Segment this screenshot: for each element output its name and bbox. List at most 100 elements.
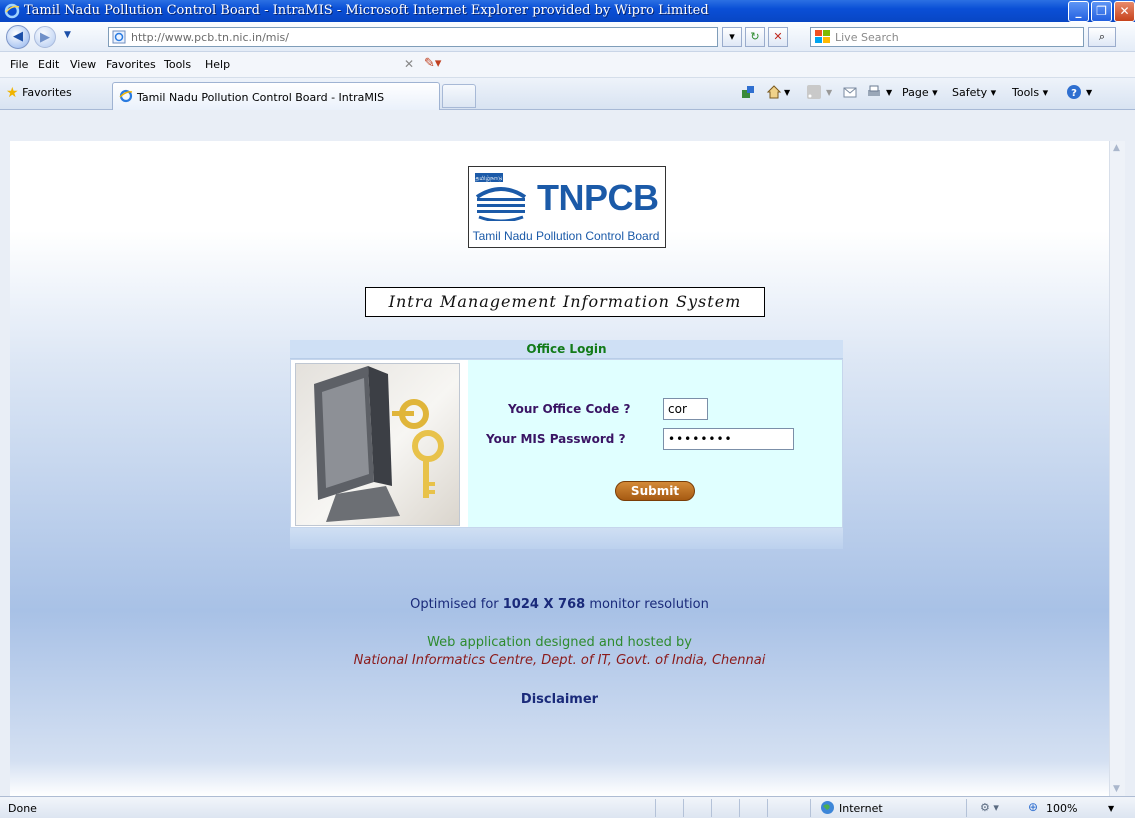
login-form: Your Office Code ? cor Your MIS Password… (468, 360, 842, 527)
office-code-label: Your Office Code ? (508, 402, 631, 416)
logo-full-name: Tamil Nadu Pollution Control Board (472, 229, 660, 243)
office-code-input[interactable]: cor (663, 398, 708, 420)
zoom-dropdown-icon[interactable]: ▼ (1108, 804, 1114, 813)
designed-by-text: Web application designed and hosted by (427, 635, 692, 650)
feeds-toolbar-icon[interactable] (740, 84, 756, 100)
system-title-banner: Intra Management Information System (365, 287, 765, 317)
recent-pages-dropdown-icon[interactable]: ▼ (64, 30, 71, 40)
status-divider (810, 799, 811, 817)
feed-dropdown-icon[interactable]: ▼ (826, 88, 832, 97)
page-menu[interactable]: Page ▾ (902, 86, 938, 99)
disclaimer-row: Disclaimer (10, 692, 1109, 707)
page-icon (112, 30, 126, 44)
print-icon[interactable] (866, 84, 882, 100)
search-button[interactable]: ⌕ (1088, 27, 1116, 47)
status-text: Done (8, 802, 37, 815)
address-toolbar: ◀ ▶ ▼ http://www.pcb.tn.nic.in/mis/ ▾ ↻ … (0, 22, 1135, 52)
monitor-with-keys-icon (314, 366, 444, 522)
status-divider (767, 799, 768, 817)
vertical-scrollbar[interactable]: ▲ ▼ (1109, 141, 1125, 796)
page-content: தமிழ்நாடு TNPCB Tamil Nadu Pollution Con… (10, 141, 1125, 796)
window-title: Tamil Nadu Pollution Control Board - Int… (24, 3, 709, 18)
new-tab-button[interactable] (442, 84, 476, 108)
back-arrow-icon: ◀ (13, 29, 23, 44)
svg-text:?: ? (1071, 88, 1077, 99)
stop-button[interactable]: ✕ (768, 27, 788, 47)
menu-file[interactable]: File (10, 58, 28, 71)
forward-arrow-icon: ▶ (40, 30, 50, 45)
status-divider (711, 799, 712, 817)
minimize-button[interactable]: _ (1068, 1, 1089, 22)
home-icon[interactable] (766, 84, 782, 100)
resolution-note: Optimised for 1024 X 768 monitor resolut… (10, 597, 1109, 612)
back-button[interactable]: ◀ (6, 25, 30, 49)
zoom-icon[interactable]: ⊕ (1028, 800, 1038, 814)
tools-menu[interactable]: Tools ▾ (1012, 86, 1048, 99)
safety-menu[interactable]: Safety ▾ (952, 86, 996, 99)
internet-explorer-icon (4, 3, 20, 19)
resolution-note-suffix: monitor resolution (589, 597, 709, 612)
favorites-button[interactable]: ★ Favorites (6, 85, 72, 101)
tab-bar: ★ Favorites Tamil Nadu Pollution Control… (0, 78, 1135, 110)
rss-feed-icon[interactable] (806, 84, 822, 100)
password-input[interactable]: •••••••• (663, 428, 794, 450)
scroll-down-icon[interactable]: ▼ (1113, 784, 1120, 794)
resolution-value: 1024 X 768 (502, 597, 586, 612)
refresh-button[interactable]: ↻ (745, 27, 765, 47)
menu-help[interactable]: Help (205, 58, 230, 71)
live-search-icon (815, 30, 830, 43)
address-dropdown-button[interactable]: ▾ (722, 27, 742, 47)
close-button[interactable]: ✕ (1114, 1, 1135, 22)
tools-menu-label: Tools (1012, 86, 1040, 99)
submit-button[interactable]: Submit (615, 481, 695, 501)
tnpcb-logo: தமிழ்நாடு TNPCB Tamil Nadu Pollution Con… (468, 166, 666, 248)
tnpcb-emblem-icon: தமிழ்நாடு (475, 173, 527, 221)
scroll-up-icon[interactable]: ▲ (1113, 143, 1120, 153)
safety-menu-label: Safety (952, 86, 988, 99)
forward-button[interactable]: ▶ (34, 26, 56, 48)
url-field[interactable]: http://www.pcb.tn.nic.in/mis/ (108, 27, 718, 47)
password-label: Your MIS Password ? (486, 432, 626, 446)
menu-favorites[interactable]: Favorites (106, 58, 156, 71)
zoom-level[interactable]: 100% (1046, 802, 1077, 815)
help-dropdown-icon[interactable]: ▼ (1086, 88, 1092, 97)
favorites-label: Favorites (22, 86, 72, 99)
disclaimer-link[interactable]: Disclaimer (521, 692, 598, 707)
url-text: http://www.pcb.tn.nic.in/mis/ (131, 31, 289, 44)
internet-explorer-icon (119, 89, 133, 103)
search-placeholder: Live Search (835, 31, 899, 44)
help-icon[interactable]: ? (1066, 84, 1082, 100)
menu-tools[interactable]: Tools (164, 58, 191, 71)
login-panel-footer (290, 528, 843, 549)
menu-bar: File Edit View Favorites Tools Help ✕ ✎▾ (0, 52, 1135, 78)
toolbar-addon-icon[interactable]: ✎▾ (424, 56, 441, 71)
resolution-note-prefix: Optimised for (410, 597, 499, 612)
print-dropdown-icon[interactable]: ▼ (886, 88, 892, 97)
menu-edit[interactable]: Edit (38, 58, 59, 71)
home-dropdown-icon[interactable]: ▼ (784, 88, 790, 97)
mail-icon[interactable] (842, 84, 858, 100)
protected-mode-icon[interactable]: ⚙ ▾ (980, 801, 999, 814)
window-title-bar: Tamil Nadu Pollution Control Board - Int… (0, 0, 1135, 22)
security-zone-text: Internet (839, 802, 883, 815)
status-divider (683, 799, 684, 817)
restore-button[interactable]: ❐ (1091, 1, 1112, 22)
search-input[interactable]: Live Search (810, 27, 1084, 47)
internet-zone-globe-icon (821, 801, 834, 814)
tab-active[interactable]: Tamil Nadu Pollution Control Board - Int… (112, 82, 440, 110)
logo-abbreviation: TNPCB (537, 177, 659, 218)
status-divider (655, 799, 656, 817)
login-panel-header: Office Login (290, 340, 843, 359)
status-divider (966, 799, 967, 817)
menu-view[interactable]: View (70, 58, 96, 71)
logo-script-text: தமிழ்நாடு (476, 175, 503, 182)
magnifier-icon: ⌕ (1098, 30, 1106, 43)
login-illustration (295, 363, 460, 526)
status-bar: Done Internet ⚙ ▾ ⊕ 100% ▼ (0, 796, 1135, 818)
close-toolbar-icon[interactable]: ✕ (404, 57, 414, 71)
page-menu-label: Page (902, 86, 929, 99)
status-divider (739, 799, 740, 817)
nic-credit-text: National Informatics Centre, Dept. of IT… (353, 653, 766, 668)
favorites-star-icon: ★ (6, 85, 19, 101)
tab-title: Tamil Nadu Pollution Control Board - Int… (137, 91, 385, 104)
